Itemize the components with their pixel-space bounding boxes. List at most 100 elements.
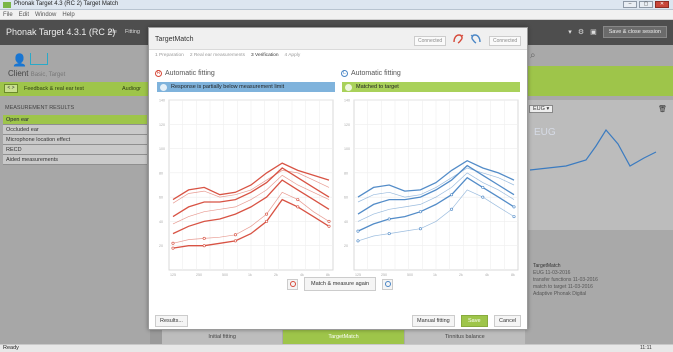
os-window-title: Phonak Target 4.3 (RC 2) Target Match [14, 1, 119, 7]
bottom-tabs: Initial fitting TargetMatch Tinnitus bal… [162, 330, 526, 344]
x-tick-label: 1k [433, 273, 437, 277]
nav-green-bar: < > Feedback & real ear test Audiogr [0, 82, 150, 96]
cancel-button[interactable]: Cancel [494, 315, 522, 327]
y-tick-label: 100 [159, 147, 165, 151]
step-real-ear[interactable]: 2 Real ear measurements [190, 53, 245, 58]
client-people-icon[interactable]: 👤 [12, 53, 27, 67]
tab-feedback-real-ear[interactable]: Feedback & real ear test [24, 86, 84, 92]
y-tick-label: 120 [159, 123, 165, 127]
tab-tinnitus-balance[interactable]: Tinnitus balance [405, 330, 526, 344]
save-button[interactable]: Save [461, 315, 488, 327]
match-controls: Match & measure again [287, 277, 394, 291]
right-green-band [526, 66, 673, 96]
data-point [418, 227, 422, 231]
save-close-session-button[interactable]: Save & close session [602, 26, 667, 38]
app-menu-file[interactable]: File [108, 29, 117, 35]
maximize-button[interactable]: ▢ [639, 1, 653, 8]
match-measure-again-button[interactable]: Match & measure again [304, 277, 377, 291]
status-bar: Ready [0, 344, 673, 352]
check-icon [345, 83, 352, 91]
app-logo-icon [3, 2, 11, 8]
menu-window[interactable]: Window [35, 12, 56, 18]
left-ear-red-icon [453, 34, 464, 44]
data-point [327, 219, 331, 223]
y-tick-label: 120 [344, 123, 350, 127]
tab-initial-fitting[interactable]: Initial fitting [162, 330, 284, 344]
x-tick-label: 4k [485, 273, 489, 277]
right-background-panel: ⌕ EUG ▾ 🗑 EUG TargetMatch EUG 11-03-2016… [526, 45, 673, 345]
left-ear-marker-icon: R [155, 70, 162, 77]
x-tick-label: 1k [248, 273, 252, 277]
right-ear-toggle-button[interactable] [382, 278, 394, 290]
client-label-text: Client [8, 69, 29, 78]
audiogram-tree-icon[interactable] [30, 53, 48, 65]
left-panel-title: Automatic fitting [165, 70, 215, 77]
data-point [171, 246, 175, 250]
app-title: Phonak Target 4.3.1 (RC 2) [6, 27, 116, 37]
menu-bar: File Edit Window Help [0, 10, 673, 20]
data-point [327, 224, 331, 228]
chevron-down-icon[interactable]: ▾ [568, 28, 572, 36]
gear-icon[interactable]: ⚙ [578, 28, 584, 36]
step-apply[interactable]: 4 Apply [284, 53, 300, 58]
close-window-button[interactable]: ✕ [655, 1, 669, 8]
data-point [418, 210, 422, 214]
x-tick-label: 8k [511, 273, 515, 277]
info-line-4: match to target 11-03-2016 [533, 284, 593, 290]
measurement-item-recd[interactable]: RECD [3, 145, 147, 155]
data-point [265, 219, 269, 223]
measurement-results-title: MEASUREMENT RESULTS [5, 105, 75, 111]
menu-file[interactable]: File [3, 12, 13, 18]
connected-left-status: Connected [414, 36, 447, 46]
info-line-3: transfer functions 11-03-2016 [533, 277, 598, 283]
y-tick-label: 40 [344, 220, 348, 224]
right-status-banner: Matched to target [342, 82, 520, 92]
eug-chart-panel: EUG ▾ 🗑 EUG [526, 100, 673, 230]
y-tick-label: 40 [159, 220, 163, 224]
menu-edit[interactable]: Edit [19, 12, 29, 18]
tab-targetmatch[interactable]: TargetMatch [283, 330, 405, 344]
y-tick-label: 80 [344, 171, 348, 175]
right-panel-title: Automatic fitting [351, 70, 401, 77]
measurement-item-occluded-ear[interactable]: Occluded ear [3, 125, 147, 135]
y-tick-label: 100 [344, 147, 350, 151]
data-point [265, 212, 269, 216]
results-button[interactable]: Results... [155, 315, 188, 327]
eug-curve [529, 128, 657, 171]
dialog-header: TargetMatch Connected Connected [149, 28, 527, 50]
left-ear-toggle-button[interactable] [287, 278, 298, 290]
info-line-1: TargetMatch [533, 263, 561, 269]
data-point [296, 198, 300, 202]
measurement-item-open-ear[interactable]: Open ear [3, 115, 147, 125]
x-tick-label: 500 [222, 273, 228, 277]
data-point [512, 215, 516, 219]
data-point [450, 207, 454, 211]
menu-help[interactable]: Help [62, 12, 74, 18]
x-tick-label: 125 [170, 273, 176, 277]
manual-fitting-button[interactable]: Manual fitting [412, 315, 455, 327]
measurement-item-mic-location[interactable]: Microphone location effect [3, 135, 147, 145]
measurement-results-list: Open ear Occluded ear Microphone locatio… [3, 115, 147, 165]
step-verification[interactable]: 3 Verification [251, 53, 278, 58]
window-controls: – ▢ ✕ [623, 1, 669, 8]
data-point [481, 195, 485, 199]
os-title-bar: Phonak Target 4.3 (RC 2) Target Match – … [0, 0, 673, 10]
search-icon[interactable]: ⌕ [530, 50, 536, 61]
left-banner-text: Response is partially below measurement … [171, 84, 285, 90]
minimize-button[interactable]: – [623, 1, 637, 8]
layout-icon[interactable]: ▣ [590, 28, 597, 36]
tab-audiogram[interactable]: Audiogr [122, 86, 141, 92]
left-fitting-chart: 14012010080604020125 250 500 1k 2k 4k 8k [159, 99, 334, 277]
data-point [450, 193, 454, 197]
app-menu-fitting[interactable]: Fitting [125, 29, 140, 35]
client-name: Basic, Target [30, 72, 66, 78]
measurement-item-aided[interactable]: Aided measurements [3, 155, 147, 165]
dialog-title: TargetMatch [155, 36, 194, 43]
wizard-steps: 1 Preparation 2 Real ear measurements 3 … [155, 53, 300, 58]
y-tick-label: 60 [159, 196, 163, 200]
header-right-tools: ▾ ⚙ ▣ Save & close session [568, 26, 667, 38]
nav-arrows-button[interactable]: < > [4, 84, 18, 93]
left-background-panel: 👤 Client Basic, Target < > Feedback & re… [0, 45, 150, 345]
step-preparation[interactable]: 1 Preparation [155, 53, 184, 58]
info-icon [160, 83, 167, 91]
